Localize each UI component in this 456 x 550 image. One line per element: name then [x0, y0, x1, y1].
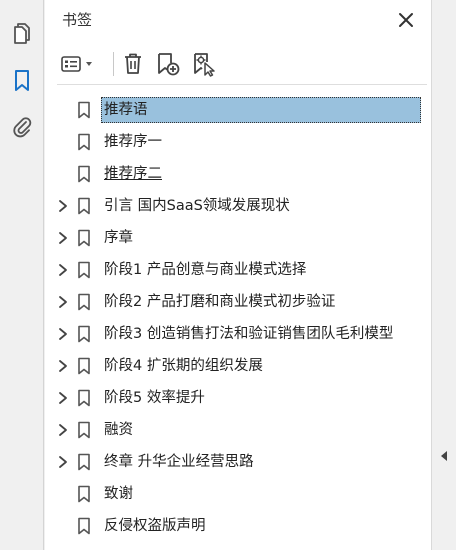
attachments-button[interactable]	[7, 112, 37, 142]
bookmark-row[interactable]: 阶段3 创造销售打法和验证销售团队毛利模型	[45, 318, 431, 350]
collapse-arrow-icon	[441, 451, 447, 461]
bookmark-label[interactable]: 致谢	[101, 481, 136, 507]
bookmark-label[interactable]: 推荐序一	[101, 129, 165, 155]
bookmark-icon	[78, 421, 90, 439]
bookmark-label[interactable]: 阶段3 创造销售打法和验证销售团队毛利模型	[101, 321, 396, 347]
toolbar-divider	[57, 84, 427, 85]
bookmark-label[interactable]: 推荐语	[101, 97, 421, 123]
bookmark-icon	[78, 261, 90, 279]
bookmark-label[interactable]: 阶段4 扩张期的组织发展	[101, 353, 266, 379]
bookmark-row[interactable]: 终章 升华企业经营思路	[45, 446, 431, 478]
bookmark-icon	[78, 357, 90, 375]
delete-bookmark-button[interactable]	[119, 50, 147, 78]
options-menu-button[interactable]	[59, 50, 99, 78]
delete-icon	[125, 53, 141, 74]
bookmark-label[interactable]: 终章 升华企业经营思路	[101, 449, 257, 475]
bookmark-icon	[78, 325, 90, 343]
bookmark-icon	[78, 293, 90, 311]
toolbar-separator	[113, 52, 114, 76]
bookmark-icon	[78, 229, 90, 247]
chevron-right-icon[interactable]	[56, 423, 70, 437]
bookmarks-panel: 书签 推荐语 推荐序一 推荐序二 引言 国内SaaS领域发展现状 序章 阶段1 …	[45, 0, 431, 550]
bookmark-row[interactable]: 推荐语	[45, 94, 431, 126]
bookmark-row[interactable]: 推荐序二	[45, 158, 431, 190]
bookmark-row[interactable]: 致谢	[45, 478, 431, 510]
bookmarks-toolbar	[57, 46, 427, 82]
bookmark-icon	[15, 70, 29, 91]
close-icon	[399, 13, 413, 27]
bookmark-icon	[78, 389, 90, 407]
chevron-right-icon[interactable]	[56, 199, 70, 213]
chevron-right-icon[interactable]	[56, 231, 70, 245]
bookmarks-button[interactable]	[7, 66, 37, 96]
bookmark-row[interactable]: 融资	[45, 414, 431, 446]
bookmark-icon	[78, 101, 90, 119]
bookmark-label[interactable]: 阶段1 产品创意与商业模式选择	[101, 257, 309, 283]
close-panel-button[interactable]	[397, 11, 415, 29]
chevron-right-icon[interactable]	[56, 263, 70, 277]
bookmark-icon	[78, 133, 90, 151]
bookmark-row[interactable]: 推荐序一	[45, 126, 431, 158]
new-bookmark-from-structure-button[interactable]	[189, 50, 219, 78]
options-menu-icon	[61, 56, 92, 72]
pages-thumbnails-button[interactable]	[7, 19, 37, 49]
bookmark-label[interactable]: 推荐序二	[101, 161, 165, 187]
new-bookmark-button[interactable]	[153, 50, 183, 78]
chevron-right-icon[interactable]	[56, 391, 70, 405]
bookmark-row[interactable]: 阶段5 效率提升	[45, 382, 431, 414]
panel-collapse-strip	[431, 0, 456, 550]
bookmark-icon	[78, 165, 90, 183]
bookmark-icon	[78, 453, 90, 471]
bookmark-tree: 推荐语推荐序一推荐序二引言 国内SaaS领域发展现状 序章阶段1 产品创意与商业模…	[45, 94, 431, 542]
bookmark-row[interactable]: 反侵权盗版声明	[45, 510, 431, 542]
bookmark-label[interactable]: 阶段5 效率提升	[101, 385, 208, 411]
panel-title: 书签	[62, 11, 93, 29]
bookmark-row[interactable]: 阶段1 产品创意与商业模式选择	[45, 254, 431, 286]
bookmark-label[interactable]: 融资	[101, 417, 136, 443]
chevron-right-icon[interactable]	[56, 327, 70, 341]
bookmark-row[interactable]: 序章	[45, 222, 431, 254]
bookmark-row[interactable]: 阶段4 扩张期的组织发展	[45, 350, 431, 382]
collapse-panel-button[interactable]	[438, 448, 450, 464]
new-bookmark-from-structure-icon	[194, 53, 215, 77]
chevron-right-icon[interactable]	[56, 295, 70, 309]
chevron-right-icon[interactable]	[56, 359, 70, 373]
chevron-right-icon[interactable]	[56, 455, 70, 469]
navigation-rail	[0, 0, 44, 550]
bookmark-row[interactable]: 阶段2 产品打磨和商业模式初步验证	[45, 286, 431, 318]
bookmark-icon	[78, 485, 90, 503]
bookmark-icon	[78, 197, 90, 215]
panel-header: 书签	[45, 0, 431, 40]
bookmark-label[interactable]: 引言 国内SaaS领域发展现状	[101, 193, 293, 219]
bookmark-row[interactable]: 引言 国内SaaS领域发展现状	[45, 190, 431, 222]
attachment-icon	[13, 117, 32, 138]
pages-icon	[14, 23, 30, 44]
new-bookmark-icon	[158, 53, 180, 76]
bookmark-label[interactable]: 反侵权盗版声明	[101, 513, 209, 539]
bookmark-label[interactable]: 阶段2 产品打磨和商业模式初步验证	[101, 289, 338, 315]
bookmark-icon	[78, 517, 90, 535]
bookmark-label[interactable]: 序章	[101, 225, 136, 251]
